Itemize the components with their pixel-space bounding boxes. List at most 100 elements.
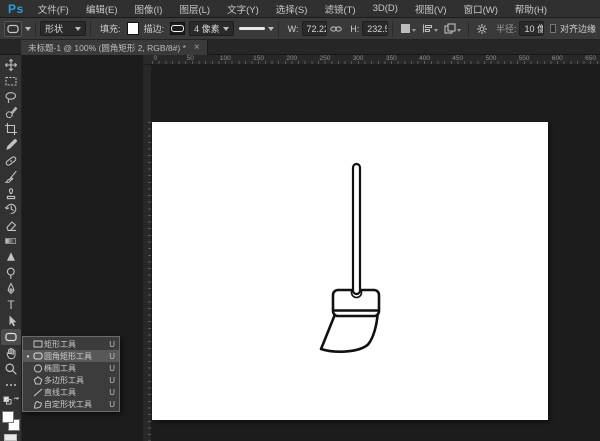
ruler-label: 550	[519, 55, 530, 62]
clone-stamp-tool[interactable]	[1, 185, 21, 201]
foreground-color-swatch[interactable]	[2, 411, 14, 423]
chevron-down-icon	[25, 27, 31, 31]
path-selection-tool[interactable]	[1, 313, 21, 329]
divider	[35, 21, 36, 37]
divider	[90, 21, 91, 37]
menu-layer[interactable]: 图层(L)	[179, 2, 210, 16]
rounded-rectangle-icon	[31, 352, 44, 360]
ruler-label: 250	[320, 55, 331, 62]
ruler-label: 0	[154, 55, 158, 62]
color-swatches[interactable]	[1, 411, 21, 430]
eraser-tool[interactable]	[1, 217, 21, 233]
pen-tool[interactable]	[1, 281, 21, 297]
menu-view[interactable]: 视图(V)	[415, 2, 447, 16]
divider	[468, 21, 469, 37]
menu-type[interactable]: 文字(Y)	[227, 2, 259, 16]
horizontal-ruler[interactable]: 0501001502002503003504004505005506006507…	[143, 55, 600, 65]
menu-item-line-tool[interactable]: 直线工具 U	[23, 386, 119, 398]
menu-filter[interactable]: 滤镜(T)	[324, 2, 355, 16]
path-operations-button[interactable]	[400, 23, 416, 34]
chevron-down-icon	[268, 27, 274, 31]
divider	[392, 21, 393, 37]
fill-label: 填充:	[100, 22, 121, 35]
fill-color-swatch[interactable]	[127, 22, 139, 35]
stroke-type-select[interactable]	[239, 27, 274, 31]
ruler-label: 650	[585, 55, 596, 62]
radius-field[interactable]: 10 像素	[519, 21, 544, 36]
history-brush-tool[interactable]	[1, 201, 21, 217]
ruler-label: 350	[386, 55, 397, 62]
document-tab-bar: 未标题-1 @ 100% (圆角矩形 2, RGB/8#) * ×	[0, 40, 600, 55]
menu-select[interactable]: 选择(S)	[276, 2, 308, 16]
menu-item-rectangle-tool[interactable]: 矩形工具 U	[23, 338, 119, 350]
menu-item-custom-shape-tool[interactable]: 自定形状工具 U	[23, 398, 119, 410]
menu-item-rounded-rectangle-tool[interactable]: • 圆角矩形工具 U	[23, 350, 119, 362]
rectangle-icon	[31, 340, 44, 348]
radius-label: 半径:	[496, 22, 517, 35]
ruler-ticks	[148, 122, 151, 441]
gear-icon[interactable]	[476, 23, 488, 35]
menu-edit[interactable]: 编辑(E)	[86, 2, 118, 16]
default-and-swap-colors-icon[interactable]	[1, 393, 21, 409]
stroke-width-value: 4 像素	[194, 22, 220, 35]
tool-preset-picker[interactable]	[4, 21, 31, 37]
ruler-label: 100	[220, 55, 231, 62]
chevron-down-icon	[75, 27, 81, 31]
shape-tool[interactable]	[1, 329, 21, 345]
link-dimensions-icon[interactable]	[330, 25, 342, 33]
photoshop-logo: Ps	[8, 2, 24, 16]
shape-tools-flyout: 矩形工具 U • 圆角矩形工具 U 椭圆工具 U 多边形工具 U 直线工具 U	[22, 336, 120, 412]
canvas[interactable]	[152, 122, 548, 420]
stroke-width-field[interactable]: 4 像素	[189, 21, 234, 36]
healing-brush-tool[interactable]	[1, 153, 21, 169]
quick-selection-tool[interactable]	[1, 105, 21, 121]
blur-tool[interactable]	[1, 249, 21, 265]
marquee-tool[interactable]	[1, 73, 21, 89]
menu-file[interactable]: 文件(F)	[38, 2, 69, 16]
stroke-color-swatch[interactable]	[170, 22, 185, 35]
gradient-chip-icon	[5, 238, 16, 244]
align-edges-checkbox[interactable]	[550, 24, 556, 33]
more-tools-ellipsis-icon[interactable]	[1, 377, 21, 393]
crop-tool[interactable]	[1, 121, 21, 137]
lasso-tool[interactable]	[1, 89, 21, 105]
polygon-icon	[31, 376, 44, 385]
menu-item-ellipse-tool[interactable]: 椭圆工具 U	[23, 362, 119, 374]
ruler-label: 500	[486, 55, 497, 62]
broom-bristles	[321, 312, 378, 352]
line-icon	[31, 388, 44, 397]
ruler-label: 400	[419, 55, 430, 62]
zoom-tool[interactable]	[1, 361, 21, 377]
type-tool[interactable]: T	[1, 297, 21, 313]
menu-window[interactable]: 窗口(W)	[464, 2, 498, 16]
quick-mask-button[interactable]	[4, 434, 17, 441]
broom-handle	[353, 164, 360, 294]
document-tab-title: 未标题-1 @ 100% (圆角矩形 2, RGB/8#) *	[28, 42, 186, 54]
eyedropper-tool[interactable]	[1, 137, 21, 153]
rounded-rect-preset-icon	[4, 21, 22, 37]
height-label: H:	[350, 24, 359, 34]
path-arrangement-button[interactable]	[444, 23, 461, 34]
vertical-ruler[interactable]	[143, 65, 152, 441]
broom-drawing	[152, 122, 548, 420]
shape-height-field[interactable]: 232.5 像	[362, 21, 388, 36]
chevron-down-icon	[412, 29, 416, 32]
menu-3d[interactable]: 3D(D)	[373, 3, 398, 14]
ruler-label: 450	[452, 55, 463, 62]
path-alignment-button[interactable]	[422, 23, 438, 34]
menu-item-polygon-tool[interactable]: 多边形工具 U	[23, 374, 119, 386]
document-tab[interactable]: 未标题-1 @ 100% (圆角矩形 2, RGB/8#) * ×	[21, 40, 208, 55]
move-tool[interactable]	[1, 57, 21, 73]
dodge-tool[interactable]	[1, 265, 21, 281]
brush-tool[interactable]	[1, 169, 21, 185]
close-icon[interactable]: ×	[194, 44, 200, 52]
menu-help[interactable]: 帮助(H)	[515, 2, 547, 16]
tools-panel: T	[0, 55, 22, 441]
gradient-tool[interactable]	[1, 233, 21, 249]
tool-mode-select[interactable]: 形状	[40, 21, 86, 36]
menu-image[interactable]: 图像(I)	[135, 2, 163, 16]
shape-height-value: 232.5 像	[367, 22, 388, 35]
width-label: W:	[288, 24, 299, 34]
hand-tool[interactable]	[1, 345, 21, 361]
shape-width-field[interactable]: 72.22 像	[302, 21, 328, 36]
